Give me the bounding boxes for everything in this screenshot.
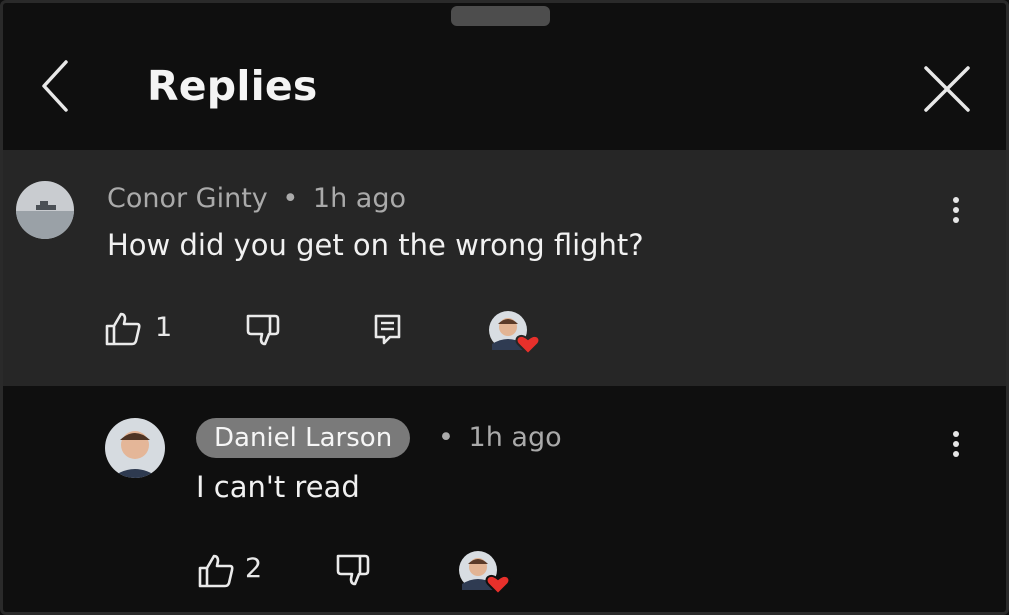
creator-heart-badge: [488, 310, 541, 356]
meta-separator: •: [282, 183, 299, 214]
reply-button[interactable]: [372, 313, 404, 351]
creator-heart-icon: [459, 551, 511, 596]
thumbs-down-icon: [336, 554, 370, 586]
avatar-daniel-larson[interactable]: [105, 418, 165, 478]
creator-heart-icon: [489, 311, 541, 356]
reply-text: I can't read: [196, 470, 360, 504]
back-chevron-icon: [42, 60, 68, 112]
dislike-button[interactable]: [335, 553, 375, 591]
comment-time: 1h ago: [312, 183, 406, 214]
avatar-image: [16, 181, 74, 239]
close-icon: [924, 66, 970, 112]
thumbs-down-icon: [246, 314, 280, 346]
comment-meta: Conor Ginty • 1h ago: [107, 183, 406, 214]
reply-author-badge[interactable]: Daniel Larson: [196, 418, 411, 458]
reply-more-button[interactable]: [944, 427, 968, 467]
drag-handle[interactable]: [451, 6, 550, 26]
comment-text: How did you get on the wrong flight?: [107, 228, 644, 262]
reply-icon: [374, 314, 401, 345]
dislike-button[interactable]: [245, 313, 285, 351]
avatar-image: [105, 418, 165, 478]
reply-time: 1h ago: [468, 422, 562, 453]
more-vertical-icon: [944, 431, 968, 457]
more-vertical-icon: [944, 197, 968, 223]
comment-more-button[interactable]: [944, 193, 968, 233]
like-count: 1: [155, 312, 173, 343]
page-title: Replies: [147, 62, 318, 110]
creator-heart-badge: [458, 550, 511, 596]
close-button[interactable]: [918, 60, 976, 118]
like-count: 2: [245, 553, 263, 584]
thumbs-up-icon: [198, 554, 234, 588]
meta-separator: •: [438, 422, 454, 453]
comment-author[interactable]: Conor Ginty: [107, 183, 268, 214]
reply-meta: • 1h ago: [438, 422, 562, 453]
back-button[interactable]: [34, 56, 78, 116]
thumbs-up-icon: [105, 312, 141, 346]
avatar-conor-ginty[interactable]: [16, 181, 74, 239]
like-button[interactable]: [104, 311, 142, 351]
like-button[interactable]: [197, 553, 235, 593]
